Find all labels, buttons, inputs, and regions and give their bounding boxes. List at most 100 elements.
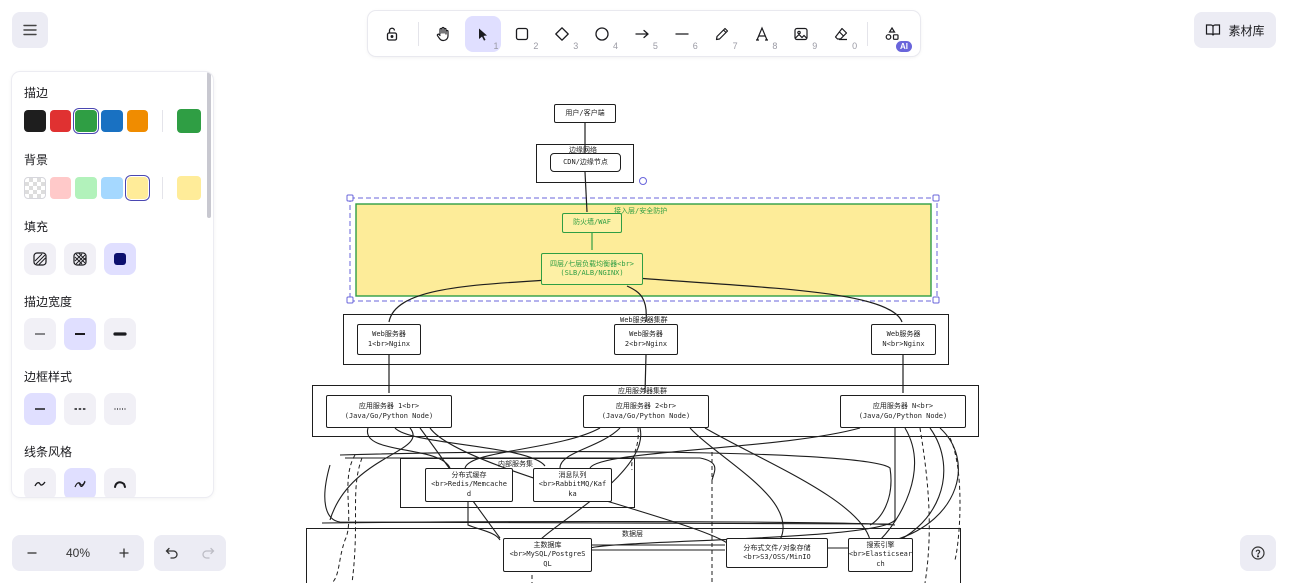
node-es-text-3: ch <box>876 559 885 568</box>
node-app-1[interactable]: 应用服务器 1<br> (Java/Go/Python Node) <box>326 395 452 428</box>
stroke-color-blue[interactable] <box>101 110 123 132</box>
rectangle-icon <box>516 27 529 40</box>
stroke-width-extra-bold-option[interactable] <box>104 318 136 350</box>
stroke-color-green[interactable] <box>75 110 98 132</box>
panel-scrollbar[interactable] <box>207 72 211 218</box>
tool-hand[interactable] <box>425 16 461 52</box>
cross-hatch-fill-icon <box>73 252 87 266</box>
stroke-style-solid-option[interactable] <box>24 393 56 425</box>
node-app-n[interactable]: 应用服务器 N<br> (Java/Go/Python Node) <box>840 395 966 428</box>
node-cdn[interactable]: CDN/边缘节点 <box>550 153 621 172</box>
node-es-text-2: <br>Elasticsear <box>848 550 913 559</box>
fill-hachure-option[interactable] <box>24 243 56 275</box>
node-web-2[interactable]: Web服务器 2<br>Nginx <box>614 324 678 355</box>
stroke-style-dotted-option[interactable] <box>104 393 136 425</box>
selection-handle <box>346 296 354 304</box>
tool-rectangle[interactable]: 2 <box>505 16 541 52</box>
sloppiness-architect-option[interactable] <box>24 468 56 497</box>
hamburger-icon <box>23 24 37 36</box>
sloppiness-cartoonist-option[interactable] <box>104 468 136 497</box>
tool-arrow[interactable]: 5 <box>624 16 660 52</box>
selection-handle <box>346 194 354 202</box>
stroke-color-row <box>24 109 201 133</box>
node-object-storage[interactable]: 分布式文件/对象存储 <br>S3/OSS/MinIO <box>726 538 828 568</box>
node-app1-text-1: 应用服务器 1<br> <box>358 402 420 411</box>
history-controls <box>154 535 226 571</box>
node-app-2[interactable]: 应用服务器 2<br> (Java/Go/Python Node) <box>583 395 709 428</box>
main-menu-button[interactable] <box>12 12 48 48</box>
stroke-width-bold-option[interactable] <box>64 318 96 350</box>
zoom-out-button[interactable] <box>18 539 46 567</box>
thin-line-icon <box>35 333 45 335</box>
zoom-in-button[interactable] <box>110 539 138 567</box>
artist-line-icon <box>74 480 86 488</box>
tool-ellipse[interactable]: 4 <box>584 16 620 52</box>
node-cache[interactable]: 分布式缓存 <br>Redis/Memcache d <box>425 468 513 502</box>
hand-icon <box>436 26 449 41</box>
tool-key: 9 <box>812 40 818 51</box>
undo-icon <box>165 547 178 559</box>
redo-icon <box>202 547 215 559</box>
node-database[interactable]: 主数据库 <br>MySQL/PostgreS QL <box>503 538 592 572</box>
stroke-width-thin-option[interactable] <box>24 318 56 350</box>
node-web-1[interactable]: Web服务器 1<br>Nginx <box>357 324 421 355</box>
extra-bold-line-icon <box>113 332 127 336</box>
node-waf[interactable]: 防火墙/WAF <box>562 213 622 233</box>
tool-diamond[interactable]: 3 <box>544 16 580 52</box>
node-search-engine[interactable]: 搜索引擎 <br>Elasticsear ch <box>848 538 913 572</box>
dashed-line-icon <box>74 408 86 410</box>
zoom-level[interactable]: 40% <box>66 546 90 560</box>
background-title: 背景 <box>24 153 49 167</box>
bg-color-blue[interactable] <box>101 177 123 199</box>
help-button[interactable] <box>1240 535 1276 571</box>
tool-ai-shapes[interactable]: AI <box>874 16 912 52</box>
undo-button[interactable] <box>158 539 186 567</box>
node-app2-text-1: 应用服务器 2<br> <box>615 402 677 411</box>
tool-key: 5 <box>652 40 658 51</box>
tool-key: 7 <box>732 40 738 51</box>
node-web1-text-1: Web服务器 <box>372 330 406 339</box>
background-color-row <box>24 176 202 200</box>
sloppiness-row <box>24 468 201 497</box>
fill-solid-option[interactable] <box>104 243 136 275</box>
node-client[interactable]: 用户/客户端 <box>554 104 616 123</box>
solid-fill-icon <box>114 253 126 265</box>
stroke-current-color[interactable] <box>177 109 201 133</box>
stroke-color-orange[interactable] <box>126 110 149 132</box>
node-app1-text-2: (Java/Go/Python Node) <box>344 411 434 420</box>
tool-line[interactable]: 6 <box>664 16 700 52</box>
node-cdn-text: CDN/边缘节点 <box>563 157 608 166</box>
swatch-divider <box>162 177 164 199</box>
bg-color-yellow[interactable] <box>126 177 149 199</box>
stroke-color-red[interactable] <box>49 110 72 132</box>
line-icon <box>675 32 689 35</box>
node-web-n[interactable]: Web服务器 N<br>Nginx <box>871 324 936 355</box>
bg-current-color[interactable] <box>177 176 202 200</box>
stroke-style-dashed-option[interactable] <box>64 393 96 425</box>
tool-eraser[interactable]: 0 <box>823 16 859 52</box>
node-oss-text-1: 分布式文件/对象存储 <box>743 543 811 552</box>
tool-pencil[interactable]: 7 <box>704 16 740 52</box>
redo-button[interactable] <box>194 539 222 567</box>
tool-lock[interactable] <box>374 16 410 52</box>
bg-color-transparent[interactable] <box>24 177 46 199</box>
tool-key: 6 <box>692 40 698 51</box>
tool-image[interactable]: 9 <box>783 16 819 52</box>
bg-color-green[interactable] <box>75 177 98 199</box>
book-open-icon <box>1206 24 1221 36</box>
sloppiness-artist-option[interactable] <box>64 468 96 497</box>
library-button[interactable]: 素材库 <box>1194 12 1276 48</box>
node-load-balancer[interactable]: 四层/七层负载均衡器<br> (SLB/ALB/NGINX) <box>541 253 643 285</box>
tool-selection[interactable]: 1 <box>464 15 501 52</box>
architect-line-icon <box>34 481 46 487</box>
tool-text[interactable]: 8 <box>744 16 780 52</box>
selection-handle <box>932 194 940 202</box>
stroke-color-black[interactable] <box>24 110 46 132</box>
circle-icon <box>595 26 609 41</box>
node-cache-text-1: 分布式缓存 <box>451 470 487 479</box>
bg-color-pink[interactable] <box>49 177 72 199</box>
node-cache-text-2: <br>Redis/Memcache <box>431 480 507 489</box>
node-mq[interactable]: 消息队列 <br>RabbitMQ/Kaf ka <box>533 468 612 502</box>
fill-cross-hatch-option[interactable] <box>64 243 96 275</box>
node-mq-text-1: 消息队列 <box>558 470 587 479</box>
